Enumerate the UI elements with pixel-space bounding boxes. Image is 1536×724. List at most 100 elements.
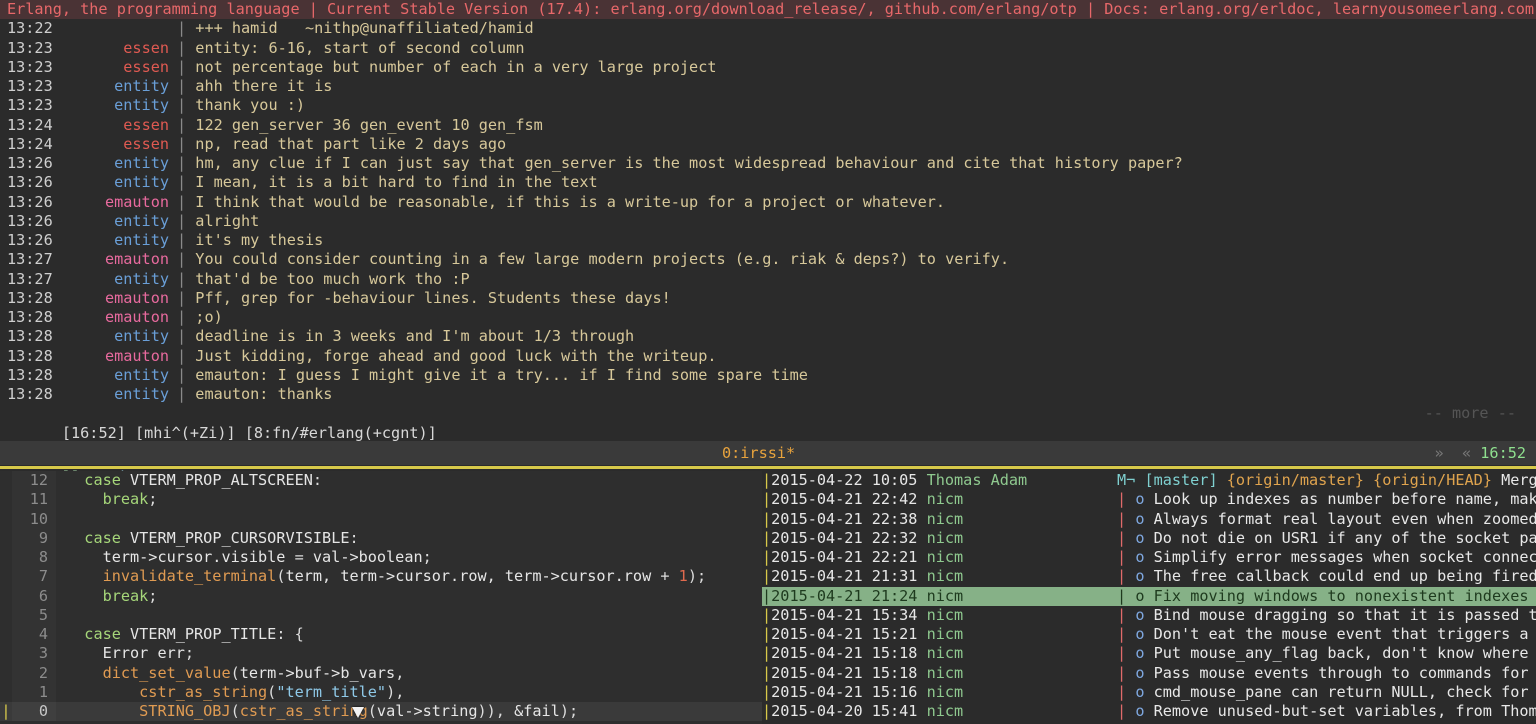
code-token-id: VTERM_PROP_CURSORVISIBLE bbox=[130, 529, 349, 547]
editor-cursor-marker bbox=[0, 529, 12, 548]
git-commit-author: nicm bbox=[917, 548, 963, 566]
irc-nickname: emauton bbox=[61, 289, 177, 308]
irc-nick-separator: | bbox=[177, 270, 195, 288]
chevron-left-icon: « bbox=[1462, 444, 1471, 462]
irc-message-text: alright bbox=[195, 212, 259, 230]
git-commit-row[interactable]: |2015-04-20 15:41 nicm| o Remove unused-… bbox=[762, 702, 1536, 721]
code-token-pun bbox=[66, 587, 103, 605]
editor-cursor-marker bbox=[0, 606, 12, 625]
git-commit-row[interactable]: |2015-04-21 21:31 nicm| o The free callb… bbox=[762, 567, 1536, 586]
git-commit-row[interactable]: |2015-04-21 15:34 nicm| o Bind mouse dra… bbox=[762, 606, 1536, 625]
code-token-pun: ); bbox=[560, 702, 578, 720]
git-ref-label: {origin/master} bbox=[1218, 471, 1364, 489]
editor-line-number: 1 bbox=[12, 683, 56, 702]
irc-message-text: np, read that part like 2 days ago bbox=[195, 135, 506, 153]
irc-timestamp: 13:28 bbox=[0, 327, 61, 346]
editor-line[interactable]: 1 cstr_as_string("term_title"), bbox=[0, 683, 762, 702]
code-token-pun: ( bbox=[368, 702, 377, 720]
editor-line[interactable]: 11 break; bbox=[0, 490, 762, 509]
editor-code-text: Error err; bbox=[56, 644, 194, 662]
git-commit-date: 2015-04-21 22:32 bbox=[771, 529, 917, 547]
git-commit-subject: cmd_mouse_pane can return NULL, check fo… bbox=[1144, 683, 1536, 701]
editor-line[interactable]: 2 dict_set_value(term->buf->b_vars, bbox=[0, 664, 762, 683]
git-graph-bar-icon: | bbox=[762, 644, 771, 662]
irc-message-text: hm, any clue if I can just say that gen_… bbox=[195, 154, 1183, 172]
editor-line-number: 12 bbox=[12, 471, 56, 490]
code-token-pun bbox=[66, 471, 84, 489]
git-graph-bar-icon: | bbox=[762, 471, 771, 489]
irc-timestamp: 13:24 bbox=[0, 135, 61, 154]
git-graph-marker: | o bbox=[1117, 587, 1144, 605]
editor-line[interactable]: 12 case VTERM_PROP_ALTSCREEN: bbox=[0, 471, 762, 490]
code-token-id: term->cursor.visible bbox=[103, 548, 286, 566]
git-graph-bar-icon: | bbox=[762, 625, 771, 643]
code-token-pun bbox=[121, 529, 130, 547]
irc-message-text: it's my thesis bbox=[195, 231, 323, 249]
git-commit-row[interactable]: |2015-04-21 22:21 nicm| o Simplify error… bbox=[762, 548, 1536, 567]
git-commit-row[interactable]: |2015-04-21 22:32 nicm| o Do not die on … bbox=[762, 529, 1536, 548]
terminal-screen: Erlang, the programming language | Curre… bbox=[0, 0, 1536, 724]
editor-current-line[interactable]: |0 STRING_OBJ(cstr_as_string(val->string… bbox=[0, 702, 762, 721]
editor-line[interactable]: 10 bbox=[0, 510, 762, 529]
git-commit-row[interactable]: |2015-04-22 10:05 Thomas AdamM¬ [master]… bbox=[762, 471, 1536, 490]
editor-pane[interactable]: 12 case VTERM_PROP_ALTSCREEN: 11 break; … bbox=[0, 471, 762, 724]
irc-timestamp: 13:28 bbox=[0, 289, 61, 308]
editor-code-text bbox=[56, 510, 66, 528]
git-log-pane[interactable]: |2015-04-22 10:05 Thomas AdamM¬ [master]… bbox=[762, 471, 1536, 724]
git-commit-author: nicm bbox=[917, 606, 963, 624]
irc-nickname: entity bbox=[61, 270, 177, 289]
code-token-id: VTERM_PROP_ALTSCREEN bbox=[130, 471, 313, 489]
git-commit-row[interactable]: |2015-04-21 22:38 nicm| o Always format … bbox=[762, 510, 1536, 529]
editor-code-text bbox=[56, 606, 66, 624]
git-commit-date: 2015-04-21 22:21 bbox=[771, 548, 917, 566]
irc-nickname: entity bbox=[61, 212, 177, 231]
git-graph-marker: | o bbox=[1117, 702, 1144, 720]
editor-code-text: dict_set_value(term->buf->b_vars, bbox=[56, 664, 404, 682]
git-graph-pipe-icon: | bbox=[1117, 587, 1135, 605]
git-commit-row-selected[interactable]: |2015-04-21 21:24 nicm| o Fix moving win… bbox=[762, 587, 1536, 606]
code-token-id: VTERM_PROP_TITLE bbox=[130, 625, 276, 643]
git-commit-subject: Remove unused-but-set variables, from Th… bbox=[1144, 702, 1536, 720]
irc-message-text: ;o) bbox=[195, 308, 222, 326]
git-commit-row[interactable]: |2015-04-21 15:16 nicm| o cmd_mouse_pane… bbox=[762, 683, 1536, 702]
code-token-pun: ( bbox=[231, 702, 240, 720]
editor-line[interactable]: 8 term->cursor.visible = val->boolean; bbox=[0, 548, 762, 567]
git-graph-marker: | o bbox=[1117, 625, 1144, 643]
irc-nick-separator: | bbox=[177, 77, 195, 95]
git-commit-row[interactable]: |2015-04-21 15:18 nicm| o Put mouse_any_… bbox=[762, 644, 1536, 663]
code-token-kw: case bbox=[84, 625, 121, 643]
irc-nick-separator: | bbox=[177, 135, 195, 153]
irc-nickname: emauton bbox=[61, 250, 177, 269]
git-graph-marker: | o bbox=[1117, 510, 1144, 528]
code-token-fn: cstr_as_string bbox=[139, 683, 267, 701]
editor-line[interactable]: 9 case VTERM_PROP_CURSORVISIBLE: bbox=[0, 529, 762, 548]
irc-nickname: entity bbox=[61, 154, 177, 173]
irc-message-row: 13:23entity| thank you :) bbox=[0, 96, 1536, 115]
git-commit-author: nicm bbox=[917, 529, 963, 547]
git-commit-author: nicm bbox=[917, 644, 963, 662]
irc-nick-separator: | bbox=[177, 116, 195, 134]
editor-line[interactable]: 6 break; bbox=[0, 587, 762, 606]
irssi-pane[interactable]: Erlang, the programming language | Curre… bbox=[0, 0, 1536, 470]
editor-line[interactable]: 4 case VTERM_PROP_TITLE: { bbox=[0, 625, 762, 644]
code-token-id: val->boolean bbox=[313, 548, 423, 566]
irc-message-text: emauton: thanks bbox=[195, 385, 332, 403]
git-commit-row[interactable]: |2015-04-21 15:21 nicm| o Don't eat the … bbox=[762, 625, 1536, 644]
editor-line[interactable]: 3 Error err; bbox=[0, 644, 762, 663]
tmux-status-bar[interactable]: cyllene/irc 0:irssi* » « 16:52 bbox=[0, 441, 1536, 465]
editor-cursor-marker bbox=[0, 625, 12, 644]
editor-line[interactable]: 7 invalidate_terminal(term, term->cursor… bbox=[0, 567, 762, 586]
code-token-pun bbox=[121, 471, 130, 489]
code-token-pun bbox=[66, 625, 84, 643]
irc-message-text: Just kidding, forge ahead and good luck … bbox=[195, 347, 716, 365]
irc-message-log[interactable]: 13:22| +++ hamid ~nithp@unaffiliated/ham… bbox=[0, 19, 1536, 404]
editor-line[interactable]: 5 bbox=[0, 606, 762, 625]
irc-timestamp: 13:24 bbox=[0, 116, 61, 135]
tmux-window-irssi[interactable]: 0:irssi* bbox=[722, 441, 795, 465]
git-graph-bar-icon: | bbox=[762, 587, 771, 605]
git-commit-row[interactable]: |2015-04-21 15:18 nicm| o Pass mouse eve… bbox=[762, 664, 1536, 683]
irc-message-row: 13:24essen| 122 gen_server 36 gen_event … bbox=[0, 116, 1536, 135]
git-commit-date: 2015-04-21 22:42 bbox=[771, 490, 917, 508]
git-commit-row[interactable]: |2015-04-21 22:42 nicm| o Look up indexe… bbox=[762, 490, 1536, 509]
code-token-op: = bbox=[285, 548, 312, 566]
